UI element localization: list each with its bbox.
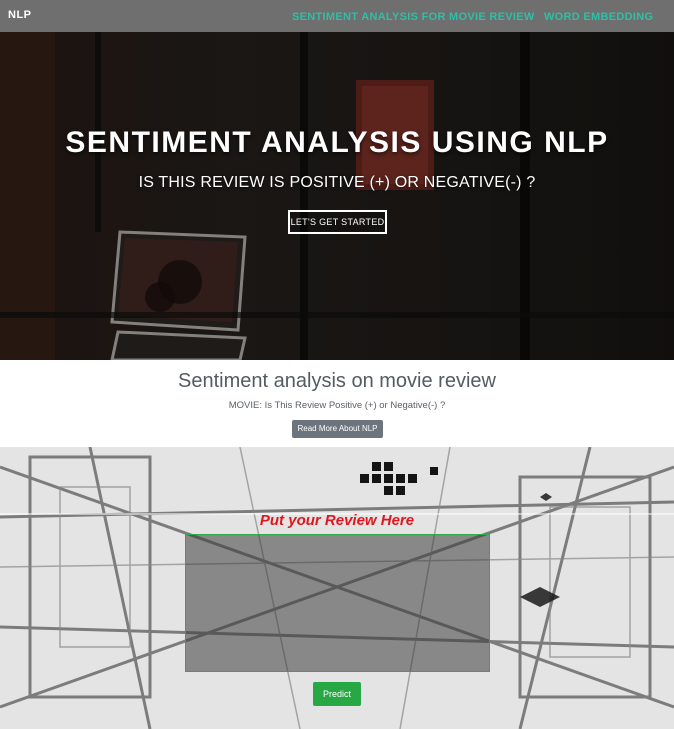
nav-link-sentiment-analysis[interactable]: SENTIMENT ANALYSIS FOR MOVIE REVIEW: [292, 11, 535, 23]
hero-title: SENTIMENT ANALYSIS USING NLP: [65, 126, 609, 159]
hero-background-image: [0, 32, 674, 360]
about-title: Sentiment analysis on movie review: [178, 370, 496, 392]
about-section: Sentiment analysis on movie review MOVIE…: [0, 360, 674, 447]
review-textarea[interactable]: [185, 534, 490, 672]
predict-button[interactable]: Predict: [313, 682, 361, 706]
brand-link[interactable]: NLP: [8, 9, 32, 21]
predict-section: Put your Review Here Predict: [0, 447, 674, 729]
get-started-button[interactable]: LET'S GET STARTED: [288, 210, 387, 234]
read-more-button[interactable]: Read More About NLP: [292, 420, 383, 438]
hero-subtitle: IS THIS REVIEW IS POSITIVE (+) OR NEGATI…: [138, 174, 536, 191]
review-heading: Put your Review Here: [259, 512, 415, 529]
about-text: MOVIE: Is This Review Positive (+) or Ne…: [228, 400, 446, 411]
navbar: NLP SENTIMENT ANALYSIS FOR MOVIE REVIEW …: [0, 0, 674, 32]
hero-section: SENTIMENT ANALYSIS USING NLP IS THIS REV…: [0, 32, 674, 360]
nav-link-word-embedding[interactable]: WORD EMBEDDING: [544, 11, 653, 23]
